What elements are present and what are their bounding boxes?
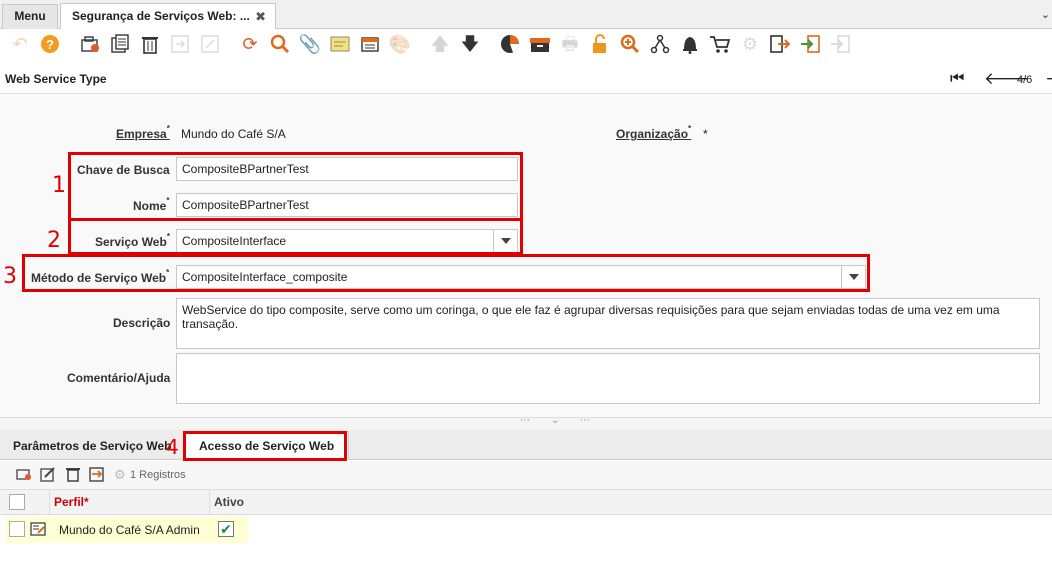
refresh-icon[interactable]: ⟳ — [238, 32, 262, 56]
save-new-icon[interactable] — [198, 32, 222, 56]
grid-header: Perfil* Ativo — [0, 489, 1052, 516]
panel-splitter[interactable]: ⋯ ⌄ ⋯ — [0, 415, 1052, 430]
row-perfil-cell[interactable]: Mundo do Café S/A Admin — [59, 523, 200, 537]
report-icon[interactable] — [498, 32, 522, 56]
column-separator — [209, 490, 210, 516]
delete-icon[interactable] — [138, 32, 162, 56]
row-select-checkbox[interactable] — [9, 521, 25, 537]
annotation-number-4: 4 — [166, 435, 179, 459]
archive-icon[interactable] — [528, 32, 552, 56]
process-icon[interactable]: ⚙ — [738, 32, 762, 56]
annotation-box-4 — [183, 431, 347, 461]
column-separator — [49, 490, 50, 516]
grid-record-count: 1 Registros — [130, 469, 186, 481]
table-row[interactable]: Mundo do Café S/A Admin ✔ — [0, 515, 248, 545]
grid-export-icon[interactable] — [88, 466, 106, 485]
grid-delete-icon[interactable] — [65, 466, 81, 485]
menu-tab[interactable]: Menu — [2, 4, 58, 29]
svg-text:?: ? — [46, 37, 54, 52]
splitter-grip-left: ⋯ — [520, 415, 530, 426]
detail-grid: Perfil* Ativo Mundo do Café S/A Admin ✔ — [0, 489, 1052, 582]
close-tab-icon[interactable]: ✖ — [255, 4, 266, 29]
lock-icon[interactable] — [588, 32, 612, 56]
organizacao-label[interactable]: Organização* — [616, 124, 691, 141]
organizacao-value[interactable]: * — [703, 127, 708, 141]
alert-icon[interactable] — [678, 32, 702, 56]
request-icon[interactable] — [708, 32, 732, 56]
zoom-across-icon[interactable] — [618, 32, 642, 56]
window-tab-security-web-services[interactable]: Segurança de Serviços Web: ... ✖ — [60, 3, 276, 30]
grid-new-icon[interactable] — [16, 466, 32, 483]
customize-icon[interactable]: 🎨 — [388, 32, 412, 56]
annotation-box-3 — [22, 254, 870, 292]
comentario-ajuda-label: Comentário/Ajuda — [67, 371, 171, 385]
empresa-value[interactable]: Mundo do Café S/A — [181, 127, 286, 141]
window-title-bar: Web Service Type ⏮ 🡐 4/6 🡒 — [0, 64, 1052, 94]
annotation-box-1 — [68, 152, 523, 221]
detail-tab-bar: Parâmetros de Serviço Web Acesso de Serv… — [0, 430, 1052, 461]
first-record-icon[interactable]: ⏮ — [950, 70, 964, 88]
row-edit-icon[interactable] — [30, 522, 46, 539]
workflow-icon[interactable] — [648, 32, 672, 56]
annotation-number-2: 2 — [47, 228, 61, 253]
find-icon[interactable] — [268, 32, 292, 56]
empresa-label[interactable]: Empresa* — [116, 124, 170, 141]
grid-toolbar: ⚙ 1 Registros — [0, 461, 1052, 489]
window-tab-bar: Menu Segurança de Serviços Web: ... ✖ ⌄ — [0, 0, 1052, 30]
save-icon[interactable] — [168, 32, 192, 56]
tabs-scroll-right-icon[interactable]: ⌄ — [1041, 8, 1050, 21]
note-icon[interactable] — [328, 32, 352, 56]
undo-icon[interactable]: ↶ — [8, 32, 32, 56]
copy-record-icon[interactable] — [108, 32, 132, 56]
descricao-label: Descrição — [113, 316, 171, 330]
annotation-number-1: 1 — [52, 173, 66, 198]
grid-toggle-icon[interactable] — [358, 32, 382, 56]
help-icon[interactable]: ? — [38, 32, 62, 56]
column-header-perfil[interactable]: Perfil* — [54, 495, 89, 509]
splitter-grip-right: ⋯ — [580, 415, 590, 426]
import-icon[interactable] — [798, 32, 822, 56]
exit-icon[interactable] — [828, 32, 852, 56]
main-toolbar: ↶ ? ⟳ 📎 🎨 🡅 🡇 🖶 ⚙ — [0, 29, 1052, 61]
record-position: 4/6 — [1017, 74, 1033, 86]
parent-record-icon[interactable]: 🡅 — [428, 32, 452, 56]
comentario-ajuda-textarea[interactable] — [176, 353, 1040, 404]
attachment-icon[interactable]: 📎 — [298, 32, 322, 56]
select-all-checkbox[interactable] — [9, 494, 25, 510]
descricao-textarea[interactable]: WebService do tipo composite, serve como… — [176, 298, 1040, 349]
window-tab-label: Segurança de Serviços Web: ... — [72, 9, 250, 23]
splitter-collapse-icon[interactable]: ⌄ — [551, 415, 559, 426]
column-header-ativo[interactable]: Ativo — [214, 495, 244, 509]
tab-parametros-servico-web[interactable]: Parâmetros de Serviço Web — [13, 439, 172, 453]
row-ativo-checkbox[interactable]: ✔ — [218, 521, 234, 537]
detail-record-icon[interactable]: 🡇 — [458, 32, 482, 56]
window-title: Web Service Type — [5, 72, 107, 86]
new-record-icon[interactable] — [78, 32, 102, 56]
print-icon[interactable]: 🖶 — [558, 32, 582, 56]
grid-edit-icon[interactable] — [40, 466, 56, 485]
annotation-number-3: 3 — [3, 264, 17, 289]
next-record-icon[interactable]: 🡒 — [1045, 69, 1052, 89]
record-form: Empresa* Mundo do Café S/A Organização* … — [0, 95, 1052, 417]
annotation-box-2 — [68, 220, 523, 255]
grid-process-icon[interactable]: ⚙ — [114, 467, 126, 483]
export-icon[interactable] — [768, 32, 792, 56]
